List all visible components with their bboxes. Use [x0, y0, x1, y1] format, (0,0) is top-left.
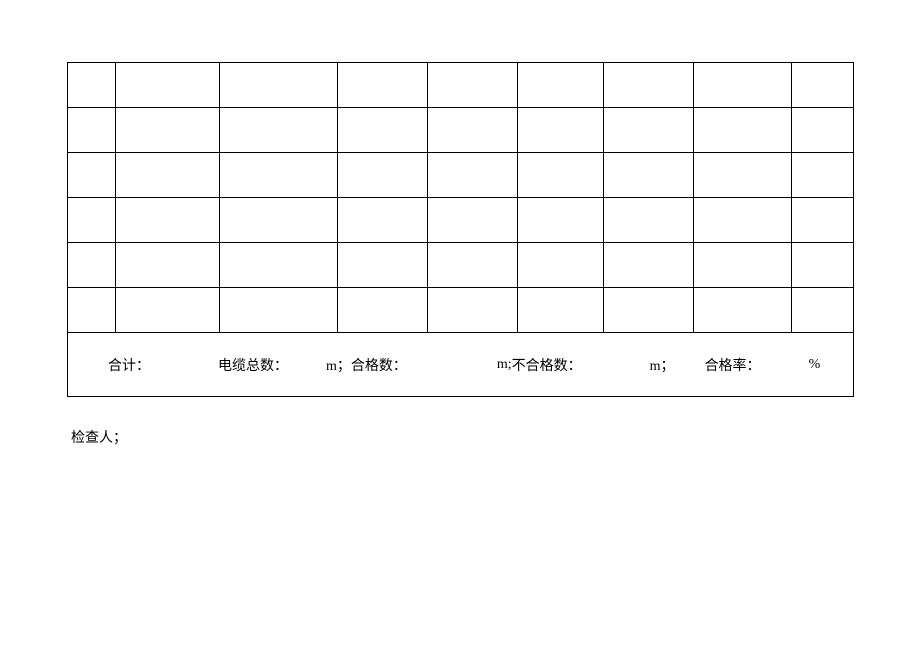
table-cell [116, 243, 220, 288]
table-cell [116, 63, 220, 108]
inspector-label: 检查人； [71, 427, 127, 447]
table-cell [220, 63, 338, 108]
table-cell [694, 288, 792, 333]
table-cell [220, 153, 338, 198]
table-cell [604, 63, 694, 108]
summary-cell: 合计： 电缆总数： m； 合格数： m; 不合格数： m； 合格率： % [68, 333, 854, 397]
table-cell [604, 198, 694, 243]
table-row [68, 63, 854, 108]
table-cell [604, 153, 694, 198]
table-cell [116, 198, 220, 243]
table-cell [68, 63, 116, 108]
table-cell [604, 243, 694, 288]
table-cell [428, 243, 518, 288]
table-cell [694, 63, 792, 108]
table-cell [68, 288, 116, 333]
table-cell [518, 198, 604, 243]
table-cell [338, 198, 428, 243]
table-cell [68, 198, 116, 243]
table-cell [792, 288, 854, 333]
table-cell [604, 288, 694, 333]
table-cell [518, 63, 604, 108]
table-cell [116, 288, 220, 333]
table-cell [792, 243, 854, 288]
table-cell [68, 153, 116, 198]
cable-total-label: 电缆总数： [218, 355, 288, 375]
unqualified-unit: m； [650, 355, 675, 375]
table-cell [694, 243, 792, 288]
rate-label: 合格率： [705, 355, 761, 375]
total-label: 合计： [108, 355, 218, 375]
table-cell [428, 288, 518, 333]
table-cell [518, 288, 604, 333]
table-cell [428, 63, 518, 108]
table-cell [518, 153, 604, 198]
table-cell [518, 243, 604, 288]
table-cell [428, 198, 518, 243]
table-row [68, 108, 854, 153]
table-cell [792, 153, 854, 198]
table-cell [518, 108, 604, 153]
qualified-label: 合格数： [351, 355, 407, 375]
qualified-unit: m; [497, 357, 512, 373]
table-cell [220, 243, 338, 288]
table-cell [338, 108, 428, 153]
table-cell [338, 288, 428, 333]
table-cell [68, 108, 116, 153]
summary-row: 合计： 电缆总数： m； 合格数： m; 不合格数： m； 合格率： % [68, 333, 854, 397]
table-cell [116, 153, 220, 198]
table-cell [792, 198, 854, 243]
inspection-table: 合计： 电缆总数： m； 合格数： m; 不合格数： m； 合格率： % [67, 62, 854, 397]
table-cell [428, 153, 518, 198]
table-cell [338, 153, 428, 198]
summary-content: 合计： 电缆总数： m； 合格数： m; 不合格数： m； 合格率： % [108, 355, 833, 375]
table-cell [68, 243, 116, 288]
table-cell [220, 108, 338, 153]
table-cell [792, 63, 854, 108]
table-row [68, 288, 854, 333]
table-cell [694, 108, 792, 153]
table-cell [116, 108, 220, 153]
table-cell [792, 108, 854, 153]
table-cell [338, 243, 428, 288]
table-cell [220, 198, 338, 243]
table-row [68, 153, 854, 198]
cable-total-unit: m； [326, 355, 351, 375]
table-cell [220, 288, 338, 333]
table-cell [694, 198, 792, 243]
table-cell [338, 63, 428, 108]
table-cell [604, 108, 694, 153]
rate-unit: % [809, 357, 821, 373]
table-cell [428, 108, 518, 153]
inspection-table-container: 合计： 电缆总数： m； 合格数： m; 不合格数： m； 合格率： % [67, 62, 853, 397]
table-row [68, 198, 854, 243]
table-row [68, 243, 854, 288]
unqualified-label: 不合格数： [512, 355, 582, 375]
table-cell [694, 153, 792, 198]
